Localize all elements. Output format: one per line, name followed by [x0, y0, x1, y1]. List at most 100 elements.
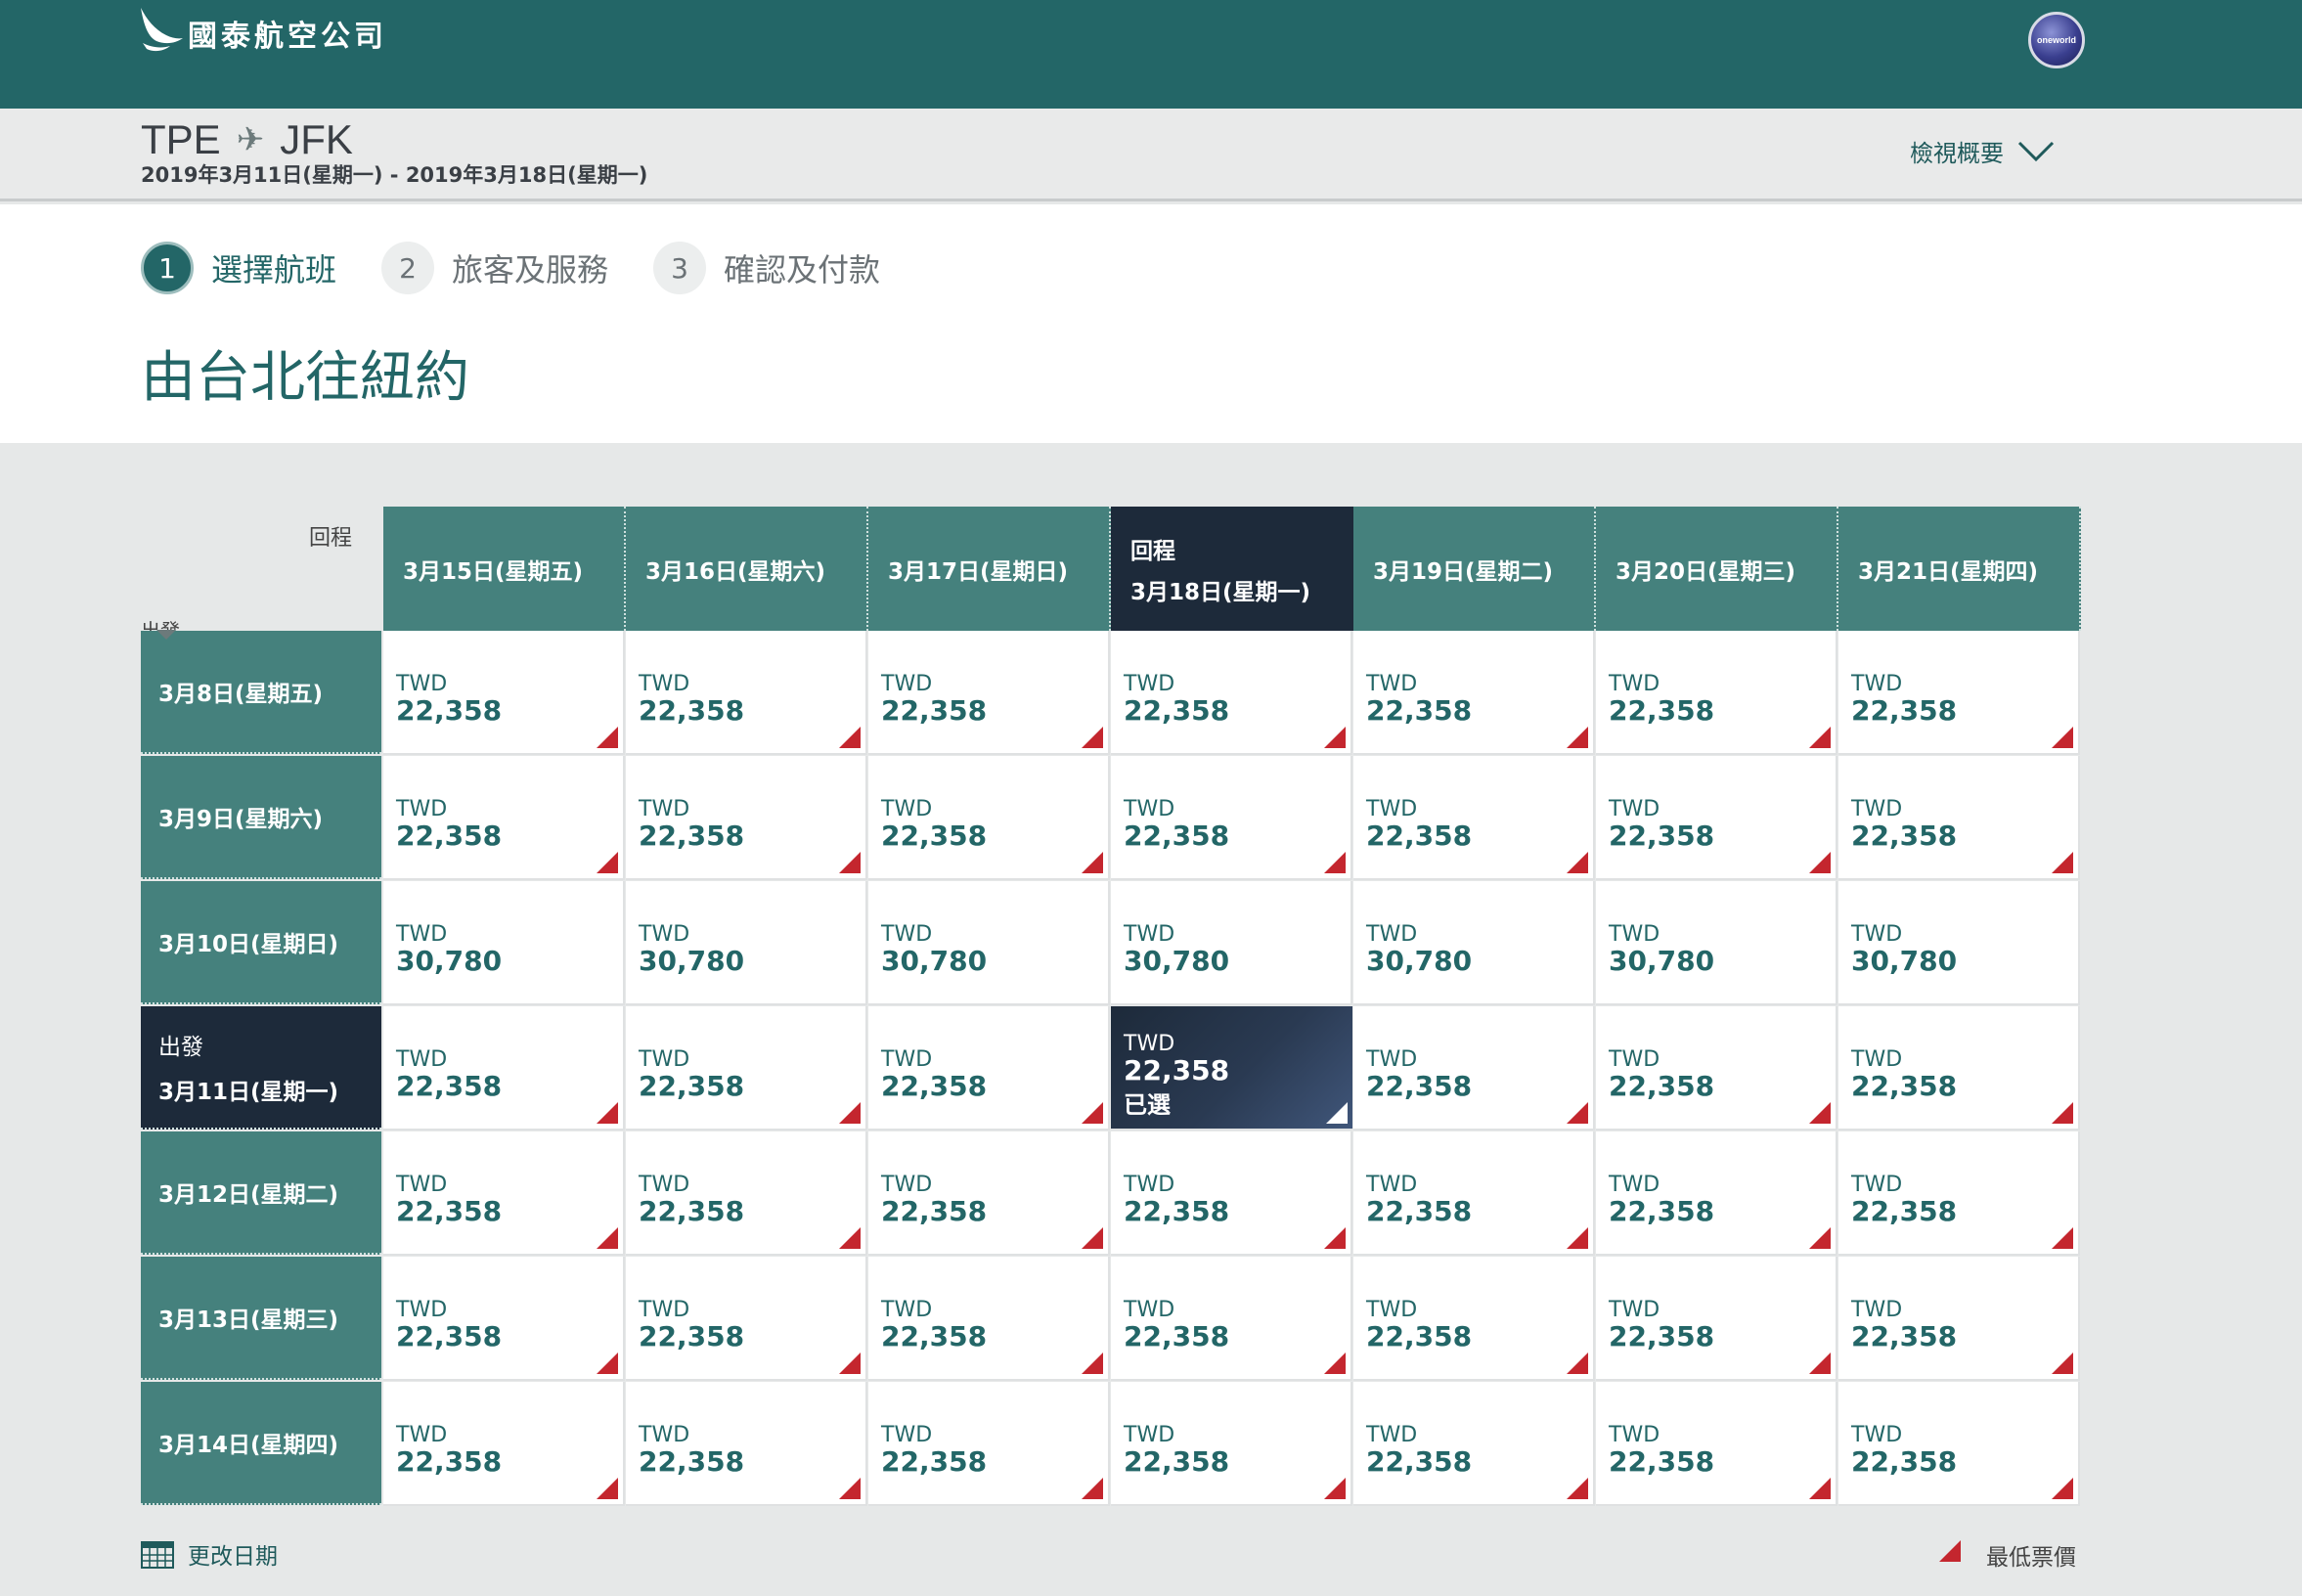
fare-cell[interactable]: TWD 22,358 — [868, 1006, 1110, 1130]
fare-cell[interactable]: TWD 22,358 已選 — [1111, 1006, 1352, 1130]
fare-cell[interactable]: TWD 22,358 — [1596, 1131, 1837, 1256]
fare-amount: 22,358 — [1851, 1070, 1958, 1102]
change-dates-link[interactable]: 更改日期 — [141, 1537, 278, 1571]
lowest-fare-marker-icon — [1567, 1102, 1588, 1124]
fare-cell[interactable]: TWD 22,358 — [626, 1006, 867, 1130]
fare-cell[interactable]: TWD 30,780 — [626, 881, 867, 1005]
fare-cell[interactable]: TWD 22,358 — [1111, 1257, 1352, 1381]
fare-cell[interactable]: TWD 22,358 — [626, 1131, 867, 1256]
lowest-fare-marker-icon — [1324, 852, 1346, 873]
return-date-header[interactable]: 回程 3月18日(星期一) — [1111, 507, 1353, 631]
depart-date-header[interactable]: 出發 3月11日(星期一) — [141, 1006, 381, 1130]
return-date-header[interactable]: 3月15日(星期五) — [383, 507, 626, 631]
return-date-header[interactable]: 3月19日(星期二) — [1353, 507, 1596, 631]
fare-cell[interactable]: TWD 22,358 — [383, 1257, 625, 1381]
step-label: 旅客及服務 — [452, 251, 609, 288]
destination-code: JFK — [280, 116, 353, 162]
fare-amount: 22,358 — [1851, 820, 1958, 852]
fare-cell[interactable]: TWD 22,358 — [626, 756, 867, 880]
fare-currency: TWD — [1124, 797, 1175, 821]
fare-cell[interactable]: TWD 22,358 — [626, 1257, 867, 1381]
fare-currency: TWD — [1609, 797, 1660, 821]
step-number: 2 — [381, 242, 435, 294]
depart-date-header[interactable]: 3月12日(星期二) — [141, 1131, 381, 1255]
fare-amount: 22,358 — [639, 1195, 745, 1227]
fare-cell[interactable]: TWD 22,358 — [1838, 1131, 2080, 1256]
fare-cell[interactable]: TWD 30,780 — [1838, 881, 2080, 1005]
lowest-fare-marker-icon — [839, 852, 861, 873]
fare-currency: TWD — [639, 797, 690, 821]
fare-cell[interactable]: TWD 22,358 — [626, 1382, 867, 1506]
selected-tag: 已選 — [1124, 1091, 1171, 1119]
lowest-fare-marker-icon — [839, 1478, 861, 1499]
fare-cell[interactable]: TWD 22,358 — [1353, 1257, 1595, 1381]
brand-logo[interactable]: 國泰航空公司 — [137, 6, 387, 57]
fare-cell[interactable]: TWD 22,358 — [1596, 631, 1837, 755]
fare-cell[interactable]: TWD 22,358 — [1838, 756, 2080, 880]
depart-date-header[interactable]: 3月14日(星期四) — [141, 1382, 381, 1505]
lowest-fare-label: 最低票價 — [1986, 1545, 2076, 1571]
depart-date-header[interactable]: 3月8日(星期五) — [141, 631, 381, 754]
lowest-fare-marker-icon — [1324, 727, 1346, 748]
fare-cell[interactable]: TWD 22,358 — [1111, 756, 1352, 880]
fare-cell[interactable]: TWD 22,358 — [1596, 1257, 1837, 1381]
fare-amount: 22,358 — [1366, 1445, 1473, 1478]
fare-cell[interactable]: TWD 22,358 — [383, 756, 625, 880]
fare-cell[interactable]: TWD 30,780 — [383, 881, 625, 1005]
fare-cell[interactable]: TWD 22,358 — [1596, 1006, 1837, 1130]
fare-currency: TWD — [881, 1047, 933, 1072]
fare-amount: 22,358 — [639, 1320, 745, 1352]
fare-cell[interactable]: TWD 22,358 — [383, 631, 625, 755]
fare-cell[interactable]: TWD 30,780 — [868, 881, 1110, 1005]
fare-currency: TWD — [1366, 672, 1418, 696]
lowest-fare-marker-icon — [1324, 1352, 1346, 1374]
return-date-header[interactable]: 3月16日(星期六) — [626, 507, 868, 631]
fare-cell[interactable]: TWD 22,358 — [1838, 1257, 2080, 1381]
fare-cell[interactable]: TWD 22,358 — [1353, 756, 1595, 880]
brand-name: 國泰航空公司 — [188, 20, 387, 54]
view-summary-button[interactable]: 檢視概要 — [1910, 134, 2055, 168]
lowest-fare-marker-icon — [839, 1227, 861, 1249]
fare-currency: TWD — [1124, 1032, 1175, 1056]
return-axis-label: 回程 — [1130, 538, 1175, 564]
fare-amount: 22,358 — [881, 820, 988, 852]
fare-cell[interactable]: TWD 22,358 — [868, 1257, 1110, 1381]
fare-cell[interactable]: TWD 22,358 — [868, 1131, 1110, 1256]
lowest-fare-marker-icon — [2052, 852, 2073, 873]
fare-cell[interactable]: TWD 30,780 — [1111, 881, 1352, 1005]
selected-corner-icon — [1326, 1102, 1348, 1124]
lowest-fare-marker-icon — [1809, 1352, 1831, 1374]
fare-cell[interactable]: TWD 30,780 — [1596, 881, 1837, 1005]
fare-cell[interactable]: TWD 22,358 — [1353, 1382, 1595, 1506]
fare-cell[interactable]: TWD 22,358 — [1838, 1382, 2080, 1506]
fare-cell[interactable]: TWD 22,358 — [383, 1006, 625, 1130]
fare-cell[interactable]: TWD 22,358 — [1838, 1006, 2080, 1130]
return-date-header[interactable]: 3月17日(星期日) — [868, 507, 1111, 631]
fare-amount: 22,358 — [1609, 820, 1715, 852]
fare-cell[interactable]: TWD 22,358 — [1353, 1131, 1595, 1256]
fare-cell[interactable]: TWD 22,358 — [1111, 1131, 1352, 1256]
fare-cell[interactable]: TWD 22,358 — [383, 1131, 625, 1256]
step-label: 選擇航班 — [211, 251, 337, 288]
fare-cell[interactable]: TWD 22,358 — [1838, 631, 2080, 755]
fare-cell[interactable]: TWD 22,358 — [626, 631, 867, 755]
fare-cell[interactable]: TWD 30,780 — [1353, 881, 1595, 1005]
step-number: 3 — [653, 242, 707, 294]
fare-cell[interactable]: TWD 22,358 — [1596, 756, 1837, 880]
fare-cell[interactable]: TWD 22,358 — [1111, 1382, 1352, 1506]
fare-cell[interactable]: TWD 22,358 — [868, 1382, 1110, 1506]
lowest-fare-marker-icon — [1809, 1227, 1831, 1249]
fare-cell[interactable]: TWD 22,358 — [1596, 1382, 1837, 1506]
fare-cell[interactable]: TWD 22,358 — [868, 756, 1110, 880]
return-date-header[interactable]: 3月21日(星期四) — [1838, 507, 2081, 631]
return-date-header[interactable]: 3月20日(星期三) — [1596, 507, 1838, 631]
fare-cell[interactable]: TWD 22,358 — [383, 1382, 625, 1506]
depart-date-header[interactable]: 3月10日(星期日) — [141, 881, 381, 1004]
return-date-label: 3月20日(星期三) — [1616, 558, 1796, 585]
fare-cell[interactable]: TWD 22,358 — [1353, 631, 1595, 755]
depart-date-header[interactable]: 3月9日(星期六) — [141, 756, 381, 879]
fare-cell[interactable]: TWD 22,358 — [1111, 631, 1352, 755]
fare-cell[interactable]: TWD 22,358 — [1353, 1006, 1595, 1130]
depart-date-header[interactable]: 3月13日(星期三) — [141, 1257, 381, 1380]
fare-cell[interactable]: TWD 22,358 — [868, 631, 1110, 755]
